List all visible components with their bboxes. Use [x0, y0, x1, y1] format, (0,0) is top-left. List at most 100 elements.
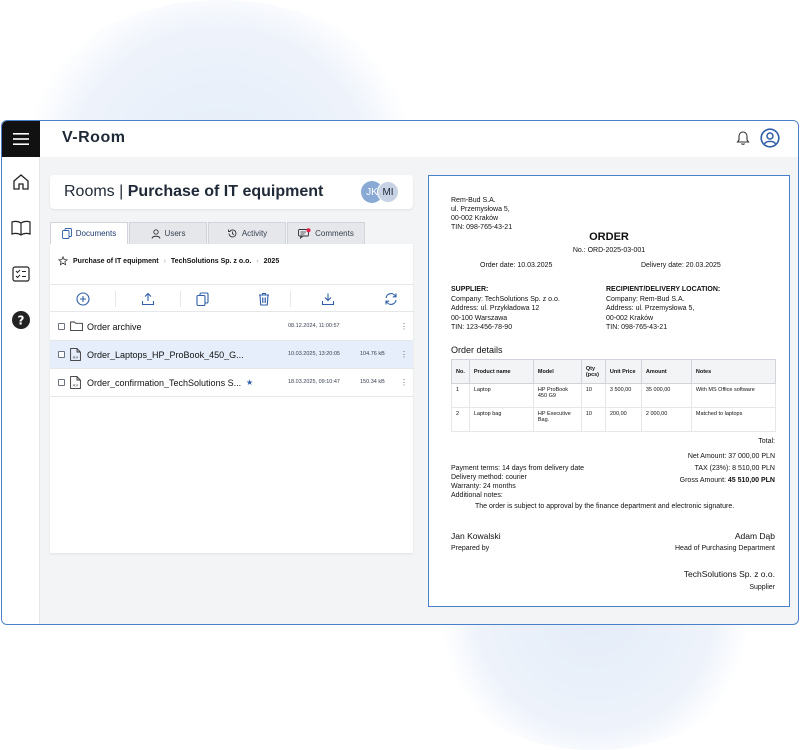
- net-amount: Net Amount: 37 000,00 PLN: [687, 453, 775, 460]
- svg-text:?: ?: [18, 314, 25, 328]
- recipient-line: Company: Rem-Bud S.A.: [606, 295, 685, 303]
- recipient-line: 00-002 Kraków: [606, 314, 654, 322]
- tab-users[interactable]: Users: [129, 222, 207, 244]
- table-cell: 10: [580, 407, 606, 432]
- gross-value: 45 510,00 PLN: [727, 477, 775, 484]
- supplier-line: 00-100 Warszawa: [451, 314, 508, 322]
- star-filled-icon[interactable]: ★: [246, 378, 253, 387]
- app-logo: V-Room: [62, 129, 126, 146]
- table-row: 1 Laptop HP ProBook 450 G9 10 3 500,00 3…: [451, 383, 777, 408]
- delivery-date: Delivery date: 20.03.2025: [641, 262, 721, 269]
- hamburger-icon: [13, 133, 29, 145]
- toolbar-divider: [290, 291, 291, 307]
- title-prefix: Rooms: [64, 183, 115, 200]
- breadcrumb-item[interactable]: 2025: [264, 258, 280, 265]
- file-name: Order_confirmation_TechSolutions S...: [87, 378, 242, 388]
- svg-text:PDF: PDF: [73, 356, 79, 360]
- address-line: ul. Przemysłowa 5,: [451, 206, 510, 213]
- tax-amount: TAX (23%): 8 510,00 PLN: [694, 465, 775, 472]
- menu-button[interactable]: [2, 121, 40, 157]
- tab-label: Documents: [75, 229, 117, 238]
- row-checkbox[interactable]: [58, 323, 65, 330]
- warranty: Warranty: 24 months: [451, 483, 516, 490]
- file-date: 10.03.2025, 13:20:05: [288, 351, 340, 357]
- avatar[interactable]: MI: [377, 181, 399, 203]
- order-number: No.: ORD-2025-03-001: [572, 247, 646, 254]
- download-button[interactable]: [320, 291, 336, 307]
- signatory-right-name: Adam Dąb: [734, 531, 775, 541]
- file-name: Order archive: [87, 322, 142, 332]
- checklist-icon: [12, 266, 30, 282]
- refresh-button[interactable]: [383, 291, 399, 307]
- row-checkbox[interactable]: [58, 379, 65, 386]
- table-cell: 35 000,00: [640, 383, 692, 408]
- sidebar-item-help[interactable]: ?: [2, 297, 40, 343]
- supplier-company: TechSolutions Sp. z o.o.: [683, 569, 775, 579]
- table-row: 2 Laptop bag HP Executive Bag. 10 200,00…: [451, 407, 777, 432]
- recipient-line: Address: ul. Przemysłowa 5,: [606, 305, 695, 312]
- refresh-icon: [385, 293, 397, 305]
- order-details-heading: Order details: [451, 345, 503, 355]
- user-avatar-icon: [760, 128, 780, 148]
- user-icon: [151, 228, 160, 239]
- sidebar-item-library[interactable]: [2, 205, 40, 251]
- additional-note: The order is subject to approval by the …: [475, 503, 735, 510]
- row-checkbox[interactable]: [58, 351, 65, 358]
- tab-documents[interactable]: Documents: [50, 222, 128, 244]
- comments-icon: [298, 228, 311, 239]
- payment-terms: Payment terms: 14 days from delivery dat…: [451, 465, 585, 472]
- more-options-icon[interactable]: ⋮: [400, 378, 408, 387]
- breadcrumb-item[interactable]: Purchase of IT equipment: [73, 258, 159, 265]
- table-cell: 2: [451, 407, 470, 432]
- help-icon: ?: [12, 311, 30, 329]
- file-row[interactable]: PDF Order_Laptops_HP_ProBook_450_G... 10…: [50, 341, 413, 369]
- add-button[interactable]: [75, 291, 91, 307]
- supplier-line: Address: ul. Przykładowa 12: [451, 305, 540, 312]
- file-size: 150.34 kB: [360, 379, 385, 385]
- sidebar: ?: [2, 121, 40, 624]
- more-options-icon[interactable]: ⋮: [400, 322, 408, 331]
- book-icon: [11, 220, 31, 236]
- bell-icon: [736, 131, 750, 145]
- file-row[interactable]: PDF Order_confirmation_TechSolutions S..…: [50, 369, 413, 397]
- tab-activity[interactable]: Activity: [208, 222, 286, 244]
- file-date: 18.03.2025, 09:10:47: [288, 379, 340, 385]
- toolbar-divider: [180, 291, 181, 307]
- order-title: ORDER: [589, 231, 629, 243]
- sidebar-item-tasks[interactable]: [2, 251, 40, 297]
- terms-block: Payment terms: 14 days from delivery dat…: [451, 464, 584, 500]
- table-cell: With MS Office software: [690, 383, 777, 408]
- column-header: Model: [532, 359, 582, 384]
- table-cell: Matched to laptops: [690, 407, 777, 432]
- sidebar-item-home[interactable]: [2, 159, 40, 205]
- table-header-row: No. Product name Model Qty (pcs) Unit Pr…: [451, 359, 777, 384]
- file-date: 08.12.2024, 11:00:57: [288, 323, 340, 329]
- page-title: Rooms | Purchase of IT equipment: [64, 183, 323, 201]
- gross-amount: Gross Amount: 45 510,00 PLN: [680, 477, 775, 484]
- more-options-icon[interactable]: ⋮: [400, 350, 408, 359]
- pdf-file-icon: PDF: [70, 348, 81, 361]
- signatory-left-name: Jan Kowalski: [451, 531, 501, 541]
- table-cell: HP Executive Bag.: [532, 407, 582, 432]
- star-outline-icon[interactable]: [58, 256, 68, 266]
- app-window: ? V-Room Rooms | Purchase of IT equipmen…: [1, 120, 799, 625]
- file-row[interactable]: Order archive 08.12.2024, 11:00:57 ⋮: [50, 313, 413, 341]
- file-name: Order_Laptops_HP_ProBook_450_G...: [87, 350, 244, 360]
- title-separator: |: [119, 183, 124, 200]
- room-title-card: Rooms | Purchase of IT equipment JK MI: [50, 175, 413, 209]
- delete-button[interactable]: [256, 291, 272, 307]
- tab-comments[interactable]: Comments: [287, 222, 365, 244]
- table-cell: HP ProBook 450 G9: [532, 383, 582, 408]
- column-header: Amount: [640, 359, 692, 384]
- documents-toolbar: [50, 284, 413, 312]
- recipient-line: TIN: 098-765-43-21: [606, 324, 668, 331]
- upload-button[interactable]: [140, 291, 156, 307]
- table-cell: 3 500,00: [604, 383, 642, 408]
- user-menu-button[interactable]: [760, 128, 780, 153]
- download-icon: [321, 293, 335, 306]
- sender-address: Rem-Bud S.A. ul. Przemysłowa 5, 00-002 K…: [451, 196, 512, 232]
- copy-button[interactable]: [194, 291, 210, 307]
- tab-label: Comments: [315, 229, 354, 238]
- notifications-button[interactable]: [736, 130, 750, 151]
- breadcrumb-item[interactable]: TechSolutions Sp. z o.o.: [171, 258, 251, 265]
